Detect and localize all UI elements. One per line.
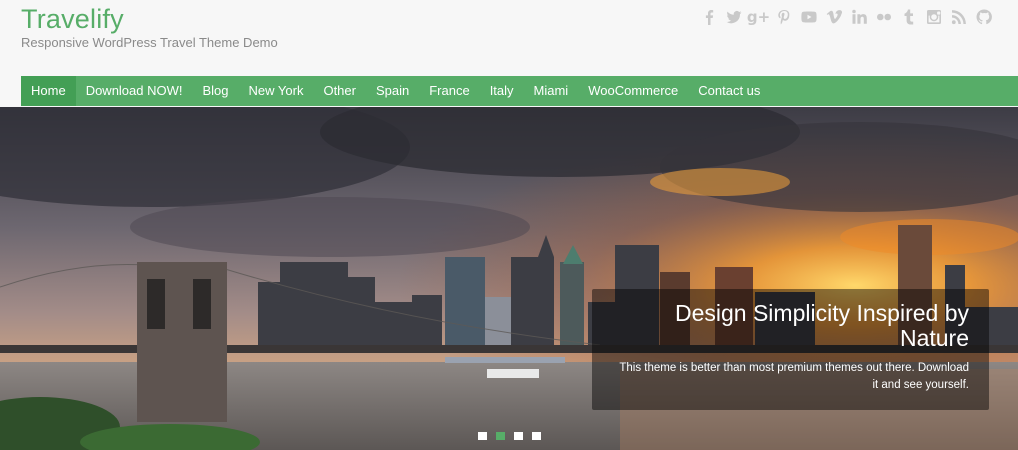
main-navigation: Home Download NOW! Blog New York Other S… bbox=[21, 76, 1018, 106]
nav-item-miami[interactable]: Miami bbox=[524, 76, 579, 106]
rss-icon[interactable] bbox=[946, 7, 971, 27]
facebook-icon[interactable] bbox=[696, 7, 721, 27]
flickr-icon[interactable] bbox=[871, 7, 896, 27]
nav-item-woocommerce[interactable]: WooCommerce bbox=[578, 76, 688, 106]
nav-item-other[interactable]: Other bbox=[313, 76, 366, 106]
slider-pagination bbox=[478, 432, 541, 440]
slider-dot-2[interactable] bbox=[496, 432, 505, 440]
slide-caption-title: Design Simplicity Inspired by Nature bbox=[674, 300, 969, 351]
site-description: Responsive WordPress Travel Theme Demo bbox=[21, 35, 278, 50]
slide-caption-text: This theme is better than most premium t… bbox=[619, 362, 969, 391]
twitter-icon[interactable] bbox=[721, 7, 746, 27]
slider-dot-1[interactable] bbox=[478, 432, 487, 440]
nav-item-spain[interactable]: Spain bbox=[366, 76, 419, 106]
vimeo-icon[interactable] bbox=[821, 7, 846, 27]
nav-item-new-york[interactable]: New York bbox=[239, 76, 314, 106]
github-icon[interactable] bbox=[971, 7, 996, 27]
nav-item-france[interactable]: France bbox=[419, 76, 479, 106]
slide-caption: Design Simplicity Inspired by Nature Thi… bbox=[592, 289, 989, 410]
youtube-icon[interactable] bbox=[796, 7, 821, 27]
google-plus-icon[interactable]: g+ bbox=[746, 7, 771, 27]
nav-item-italy[interactable]: Italy bbox=[480, 76, 524, 106]
site-title[interactable]: Travelify bbox=[21, 4, 124, 35]
pinterest-icon[interactable] bbox=[771, 7, 796, 27]
slider-dot-3[interactable] bbox=[514, 432, 523, 440]
nav-item-blog[interactable]: Blog bbox=[193, 76, 239, 106]
social-icons: g+ bbox=[696, 7, 996, 27]
nav-item-download-now[interactable]: Download NOW! bbox=[76, 76, 193, 106]
nav-item-home[interactable]: Home bbox=[21, 76, 76, 106]
slider-dot-4[interactable] bbox=[532, 432, 541, 440]
site-header: Travelify Responsive WordPress Travel Th… bbox=[0, 0, 1018, 75]
instagram-icon[interactable] bbox=[921, 7, 946, 27]
nav-item-contact-us[interactable]: Contact us bbox=[688, 76, 770, 106]
tumblr-icon[interactable] bbox=[896, 7, 921, 27]
hero-slider[interactable]: Design Simplicity Inspired by Nature Thi… bbox=[0, 107, 1018, 450]
linkedin-icon[interactable] bbox=[846, 7, 871, 27]
